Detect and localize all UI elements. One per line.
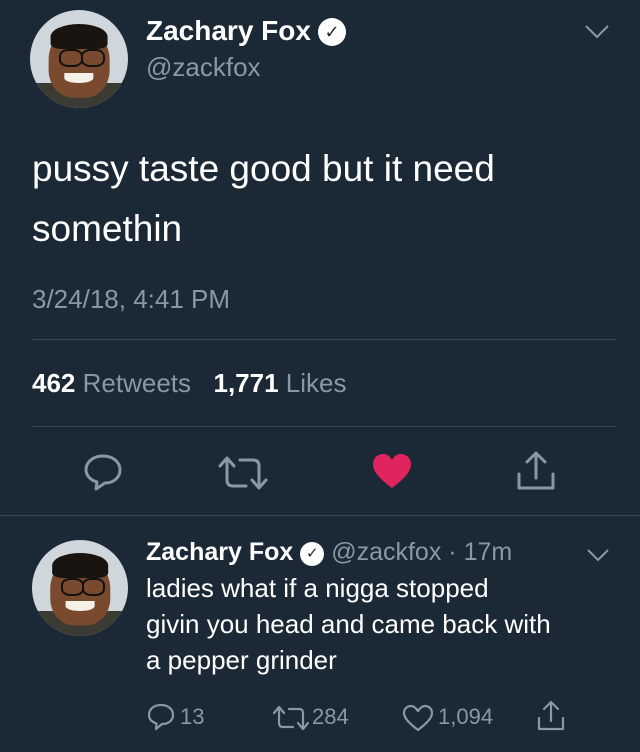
verified-badge-icon: ✓ — [318, 18, 346, 46]
reply-like-count: 1,094 — [438, 704, 494, 729]
reply-text-line-2: givin you head and came back with — [146, 609, 551, 639]
tweet-text-line-1: pussy taste good but it need — [32, 148, 495, 189]
divider — [32, 339, 616, 340]
reply-separator: · — [448, 538, 457, 566]
share-icon[interactable] — [516, 450, 556, 492]
share-icon[interactable] — [536, 700, 566, 732]
reply-icon[interactable] — [146, 702, 176, 732]
reply-header: Zachary Fox ✓ @zackfox · 17m — [146, 536, 512, 568]
avatar[interactable] — [32, 540, 128, 636]
like-count[interactable]: 1,771 — [213, 368, 278, 398]
retweet-icon[interactable] — [272, 704, 310, 732]
like-label[interactable]: Likes — [286, 368, 347, 398]
author-handle[interactable]: @zackfox — [146, 52, 261, 82]
retweet-count[interactable]: 462 — [32, 368, 75, 398]
retweet-icon[interactable] — [218, 454, 268, 492]
reply-text-line-1: ladies what if a nigga stopped — [146, 573, 489, 603]
heart-icon[interactable] — [402, 704, 434, 732]
avatar[interactable] — [30, 10, 128, 108]
reply-age: 17m — [463, 538, 513, 566]
tweet-stats: 462 Retweets 1,771 Likes — [32, 368, 347, 398]
divider — [32, 426, 616, 427]
retweet-label[interactable]: Retweets — [83, 368, 191, 398]
reply-icon[interactable] — [82, 452, 124, 492]
divider — [0, 515, 640, 516]
heart-icon[interactable] — [371, 452, 413, 490]
tweet-text-line-2: somethin — [32, 208, 183, 249]
reply-count: 13 — [180, 704, 205, 729]
chevron-down-icon[interactable] — [584, 24, 610, 40]
verified-badge-icon: ✓ — [300, 542, 325, 566]
author-name[interactable]: Zachary Fox — [146, 14, 311, 48]
reply-retweet-count: 284 — [312, 704, 349, 729]
reply-author-name[interactable]: Zachary Fox — [146, 538, 293, 566]
reply-handle[interactable]: @zackfox — [331, 538, 441, 566]
chevron-down-icon[interactable] — [586, 548, 610, 562]
reply-text-line-3: a pepper grinder — [146, 645, 337, 675]
tweet-timestamp: 3/24/18, 4:41 PM — [32, 284, 231, 314]
